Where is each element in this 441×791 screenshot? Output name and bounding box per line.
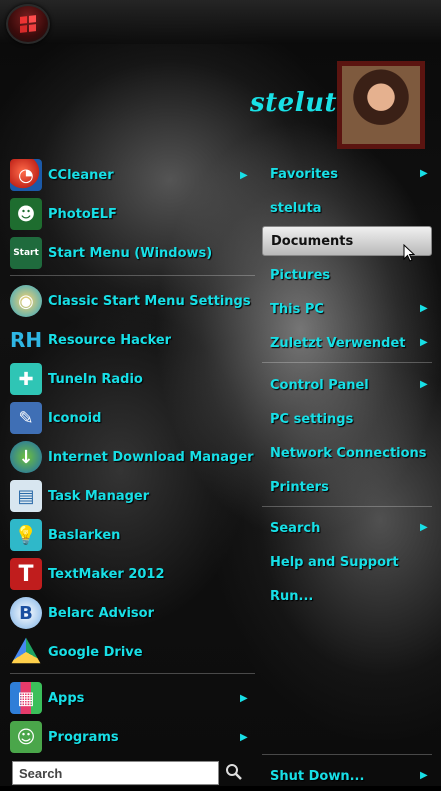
right-item-label: steluta [270, 200, 322, 216]
program-item-textmaker[interactable]: T TextMaker 2012 [10, 556, 255, 592]
right-item-recent[interactable]: Zuletzt Verwendet [262, 328, 432, 358]
right-item-search[interactable]: Search [262, 513, 432, 543]
separator [262, 754, 432, 755]
apps-icon: ▦ [10, 682, 42, 714]
program-label: Internet Download Manager [48, 449, 254, 465]
program-label: Google Drive [48, 644, 143, 660]
right-item-printers[interactable]: Printers [262, 472, 432, 502]
programs-button[interactable]: ☺ Programs [10, 719, 255, 755]
separator [262, 506, 432, 507]
right-item-network-connections[interactable]: Network Connections [262, 438, 432, 468]
program-item-classic-start-menu[interactable]: ◉ Classic Start Menu Settings [10, 283, 255, 319]
program-item-tunein[interactable]: ✚ TuneIn Radio [10, 361, 255, 397]
program-label: TuneIn Radio [48, 371, 143, 387]
iconoid-icon: ✎ [10, 402, 42, 434]
program-label: Start Menu (Windows) [48, 245, 213, 261]
right-item-user-folder[interactable]: steluta [262, 193, 432, 223]
lightbulb-icon: 💡 [10, 519, 42, 551]
program-label: Classic Start Menu Settings [48, 293, 251, 309]
right-item-label: Run... [270, 588, 314, 604]
apps-label: Apps [48, 690, 85, 706]
rh-icon: RH [9, 328, 43, 352]
right-item-pc-settings[interactable]: PC settings [262, 404, 432, 434]
submenu-arrow-icon: ▶ [420, 379, 428, 390]
search-icon[interactable] [224, 762, 244, 782]
program-label: TextMaker 2012 [48, 566, 165, 582]
program-label: CCleaner [48, 167, 114, 183]
programs-label: Programs [48, 729, 119, 745]
program-label: Baslarken [48, 527, 121, 543]
tunein-icon: ✚ [10, 363, 42, 395]
submenu-arrow-icon: ▶ [420, 168, 428, 179]
submenu-arrow-icon: ▶ [420, 522, 428, 533]
right-item-label: Printers [270, 479, 329, 495]
mouse-cursor-icon [403, 244, 415, 262]
program-label: PhotoELF [48, 206, 117, 222]
right-item-label: Control Panel [270, 377, 369, 393]
right-item-label: Documents [271, 233, 354, 249]
program-label: Resource Hacker [48, 332, 172, 348]
idm-icon: ↓ [10, 441, 42, 473]
shell-icon: ◉ [10, 285, 42, 317]
submenu-arrow-icon: ▶ [240, 732, 248, 743]
program-item-iconoid[interactable]: ✎ Iconoid [10, 400, 255, 436]
right-item-help-support[interactable]: Help and Support [262, 547, 432, 577]
right-item-label: PC settings [270, 411, 354, 427]
right-item-label: This PC [270, 301, 324, 317]
program-item-google-drive[interactable]: Google Drive [10, 634, 255, 670]
program-item-resource-hacker[interactable]: RH Resource Hacker [10, 322, 255, 358]
program-item-start-menu[interactable]: Start Start Menu (Windows) [10, 235, 255, 271]
program-item-task-manager[interactable]: ▤ Task Manager [10, 478, 255, 514]
windows-logo-icon [20, 15, 36, 33]
program-item-baslarken[interactable]: 💡 Baslarken [10, 517, 255, 553]
separator [10, 673, 255, 674]
right-item-control-panel[interactable]: Control Panel [262, 370, 432, 400]
submenu-arrow-icon: ▶ [420, 770, 428, 781]
right-item-pictures[interactable]: Pictures [262, 260, 432, 290]
right-item-favorites[interactable]: Favorites [262, 159, 432, 189]
program-item-belarc[interactable]: B Belarc Advisor [10, 595, 255, 631]
google-drive-icon [11, 637, 41, 664]
right-item-label: Search [270, 520, 321, 536]
program-label: Belarc Advisor [48, 605, 154, 621]
right-item-run[interactable]: Run... [262, 581, 432, 611]
right-item-label: Help and Support [270, 554, 399, 570]
submenu-arrow-icon: ▶ [420, 303, 428, 314]
start-menu-icon: Start [10, 237, 42, 269]
right-item-label: Shut Down... [270, 768, 365, 784]
task-manager-icon: ▤ [10, 480, 42, 512]
program-label: Task Manager [48, 488, 150, 504]
right-item-label: Pictures [270, 267, 331, 283]
separator [10, 275, 255, 276]
start-menu-top-bar [0, 0, 441, 44]
textmaker-icon: T [10, 558, 42, 590]
right-item-label: Favorites [270, 166, 338, 182]
belarc-icon: B [10, 597, 42, 629]
submenu-arrow-icon: ▶ [240, 693, 248, 704]
apps-button[interactable]: ▦ Apps [10, 680, 255, 716]
separator [262, 362, 432, 363]
program-item-ccleaner[interactable]: ◔ CCleaner [10, 157, 255, 193]
submenu-arrow-icon: ▶ [420, 337, 428, 348]
program-label: Iconoid [48, 410, 102, 426]
submenu-arrow-icon: ▶ [240, 170, 248, 181]
right-item-this-pc[interactable]: This PC [262, 294, 432, 324]
programs-icon: ☺ [10, 721, 42, 753]
right-item-label: Zuletzt Verwendet [270, 335, 406, 351]
program-item-photoelf[interactable]: ☻ PhotoELF [10, 196, 255, 232]
right-item-label: Network Connections [270, 445, 427, 461]
program-item-idm[interactable]: ↓ Internet Download Manager [10, 439, 255, 475]
user-avatar[interactable] [337, 61, 425, 149]
search-input[interactable] [12, 761, 219, 785]
photoelf-icon: ☻ [10, 198, 42, 230]
ccleaner-icon: ◔ [10, 159, 42, 191]
shut-down-button[interactable]: Shut Down... [262, 761, 432, 791]
start-button[interactable] [6, 4, 50, 44]
